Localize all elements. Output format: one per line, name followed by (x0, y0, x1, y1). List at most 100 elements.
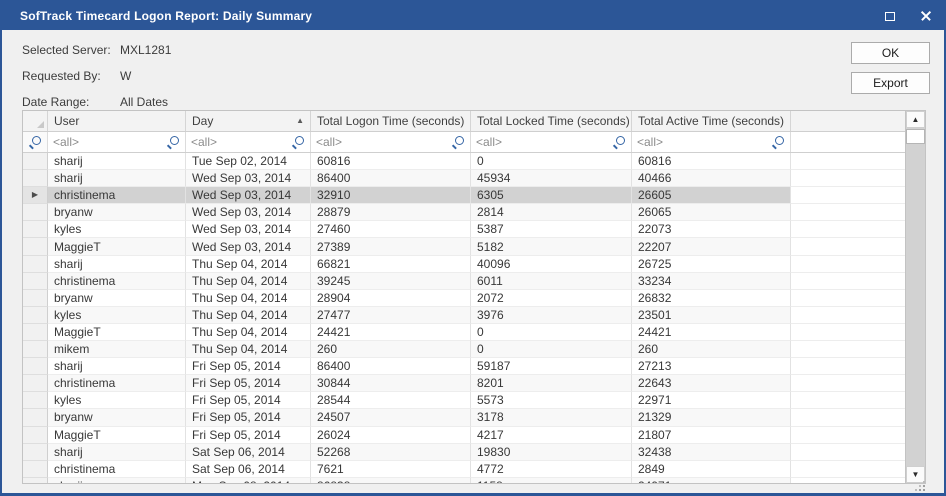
cell-active[interactable]: 21807 (632, 427, 791, 444)
cell-active[interactable]: 24971 (632, 478, 791, 483)
cell-user[interactable]: MaggieT (48, 324, 186, 341)
row-header-cell[interactable] (23, 273, 48, 290)
cell-logon[interactable]: 24421 (311, 324, 471, 341)
cell-user[interactable]: sharij (48, 153, 186, 170)
cell-user[interactable]: bryanw (48, 204, 186, 221)
cell-user[interactable]: christinema (48, 375, 186, 392)
column-header-active[interactable]: Total Active Time (seconds) (632, 111, 791, 131)
column-header-day[interactable]: Day▲ (186, 111, 311, 131)
cell-day[interactable]: Wed Sep 03, 2014 (186, 238, 311, 255)
table-row[interactable]: MaggieTFri Sep 05, 201426024421721807 (23, 427, 905, 444)
cell-day[interactable]: Wed Sep 03, 2014 (186, 221, 311, 238)
table-row[interactable]: sharijSat Sep 06, 2014522681983032438 (23, 444, 905, 461)
cell-locked[interactable]: 8201 (471, 375, 632, 392)
row-header-cell[interactable] (23, 375, 48, 392)
grid-corner-cell[interactable] (23, 111, 48, 131)
cell-active[interactable]: 22073 (632, 221, 791, 238)
cell-logon[interactable]: 26024 (311, 427, 471, 444)
cell-user[interactable]: sharij (48, 444, 186, 461)
cell-active[interactable]: 27213 (632, 358, 791, 375)
cell-user[interactable]: kyles (48, 307, 186, 324)
cell-day[interactable]: Tue Sep 02, 2014 (186, 153, 311, 170)
cell-locked[interactable]: 0 (471, 324, 632, 341)
cell-locked[interactable]: 4217 (471, 427, 632, 444)
cell-day[interactable]: Thu Sep 04, 2014 (186, 273, 311, 290)
cell-user[interactable]: kyles (48, 392, 186, 409)
close-button[interactable] (908, 2, 944, 30)
cell-user[interactable]: sharij (48, 478, 186, 483)
cell-active[interactable]: 26065 (632, 204, 791, 221)
row-header-cell[interactable] (23, 341, 48, 358)
cell-locked[interactable]: 5573 (471, 392, 632, 409)
cell-user[interactable]: MaggieT (48, 238, 186, 255)
row-header-cell[interactable] (23, 170, 48, 187)
cell-day[interactable]: Thu Sep 04, 2014 (186, 290, 311, 307)
filter-cell-locked[interactable]: <all> (471, 132, 632, 152)
cell-user[interactable]: sharij (48, 358, 186, 375)
scrollbar-track[interactable] (906, 144, 925, 466)
cell-user[interactable]: mikem (48, 341, 186, 358)
cell-day[interactable]: Fri Sep 05, 2014 (186, 427, 311, 444)
cell-user[interactable]: sharij (48, 170, 186, 187)
cell-logon[interactable]: 28544 (311, 392, 471, 409)
cell-day[interactable]: Wed Sep 03, 2014 (186, 170, 311, 187)
table-row[interactable]: christinemaThu Sep 04, 20143924560113323… (23, 273, 905, 290)
vertical-scrollbar[interactable]: ▲ ▼ (905, 111, 925, 483)
scroll-up-button[interactable]: ▲ (906, 111, 925, 128)
row-header-cell[interactable] (23, 444, 48, 461)
row-header-cell[interactable] (23, 427, 48, 444)
cell-active[interactable]: 2849 (632, 461, 791, 478)
cell-day[interactable]: Mon Sep 08, 2014 (186, 478, 311, 483)
column-header-user[interactable]: User (48, 111, 186, 131)
cell-locked[interactable]: 40096 (471, 256, 632, 273)
ok-button[interactable]: OK (851, 42, 930, 64)
cell-user[interactable]: christinema (48, 187, 186, 204)
table-row[interactable]: sharijThu Sep 04, 2014668214009626725 (23, 256, 905, 273)
cell-logon[interactable]: 7621 (311, 461, 471, 478)
cell-logon[interactable]: 32910 (311, 187, 471, 204)
cell-day[interactable]: Sat Sep 06, 2014 (186, 461, 311, 478)
cell-logon[interactable]: 27460 (311, 221, 471, 238)
row-header-cell[interactable] (23, 324, 48, 341)
row-header-cell[interactable] (23, 290, 48, 307)
table-row[interactable]: ▶christinemaWed Sep 03, 2014329106305266… (23, 187, 905, 204)
cell-locked[interactable]: 2072 (471, 290, 632, 307)
cell-locked[interactable]: 4772 (471, 461, 632, 478)
cell-active[interactable]: 40466 (632, 170, 791, 187)
resize-grip-icon[interactable] (915, 481, 925, 491)
cell-logon[interactable]: 28904 (311, 290, 471, 307)
cell-user[interactable]: bryanw (48, 409, 186, 426)
table-row[interactable]: MaggieTWed Sep 03, 201427389518222207 (23, 238, 905, 255)
cell-locked[interactable]: 0 (471, 153, 632, 170)
cell-day[interactable]: Thu Sep 04, 2014 (186, 341, 311, 358)
row-header-cell[interactable] (23, 307, 48, 324)
cell-locked[interactable]: 3976 (471, 307, 632, 324)
cell-day[interactable]: Thu Sep 04, 2014 (186, 256, 311, 273)
cell-user[interactable]: MaggieT (48, 427, 186, 444)
cell-locked[interactable]: 19830 (471, 444, 632, 461)
cell-active[interactable]: 33234 (632, 273, 791, 290)
cell-user[interactable]: sharij (48, 256, 186, 273)
table-row[interactable]: bryanwFri Sep 05, 201424507317821329 (23, 409, 905, 426)
cell-locked[interactable]: 45934 (471, 170, 632, 187)
filter-cell-user[interactable]: <all> (48, 132, 186, 152)
cell-active[interactable]: 22207 (632, 238, 791, 255)
table-row[interactable]: kylesWed Sep 03, 201427460538722073 (23, 221, 905, 238)
row-header-cell[interactable] (23, 153, 48, 170)
row-header-cell[interactable] (23, 461, 48, 478)
cell-active[interactable]: 24421 (632, 324, 791, 341)
table-row[interactable]: kylesFri Sep 05, 201428544557322971 (23, 392, 905, 409)
cell-logon[interactable]: 86838 (311, 478, 471, 483)
cell-logon[interactable]: 27389 (311, 238, 471, 255)
cell-logon[interactable]: 260 (311, 341, 471, 358)
cell-active[interactable]: 21329 (632, 409, 791, 426)
row-header-cell[interactable] (23, 256, 48, 273)
row-header-cell[interactable] (23, 409, 48, 426)
cell-day[interactable]: Sat Sep 06, 2014 (186, 444, 311, 461)
cell-active[interactable]: 26725 (632, 256, 791, 273)
filter-cell-logon[interactable]: <all> (311, 132, 471, 152)
table-row[interactable]: mikemThu Sep 04, 20142600260 (23, 341, 905, 358)
table-row[interactable]: bryanwWed Sep 03, 201428879281426065 (23, 204, 905, 221)
cell-logon[interactable]: 28879 (311, 204, 471, 221)
cell-locked[interactable]: 1158 (471, 478, 632, 483)
